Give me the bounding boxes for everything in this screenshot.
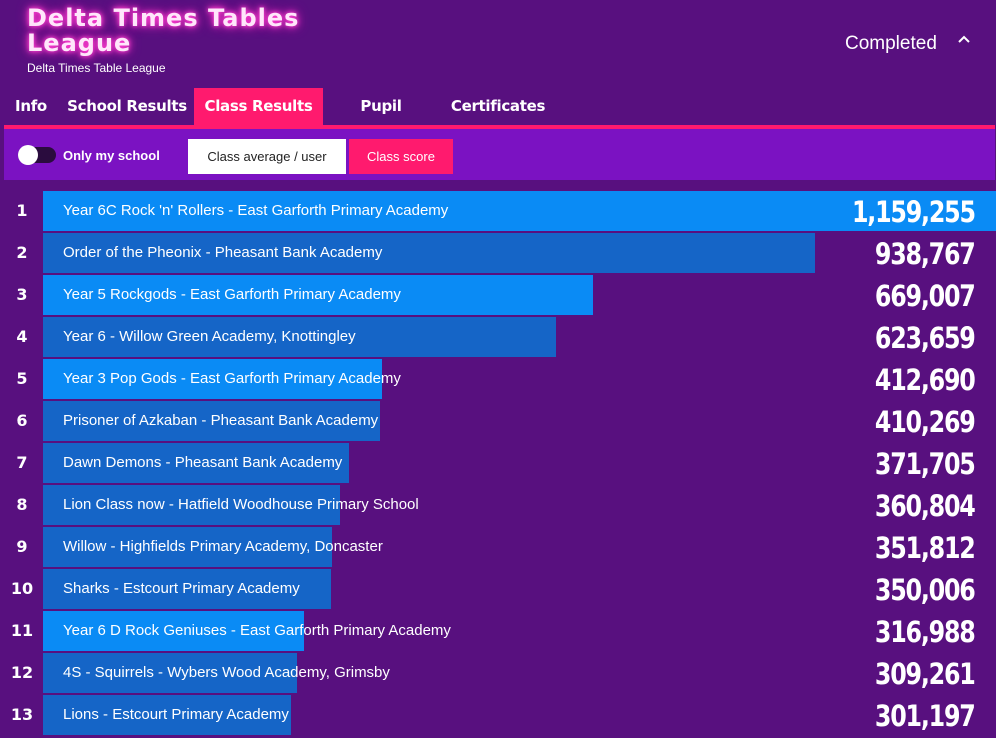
table-row[interactable]: 2 Order of the Pheonix - Pheasant Bank Ac…	[0, 232, 996, 274]
row-score: 360,804	[875, 489, 976, 523]
table-row[interactable]: 7 Dawn Demons - Pheasant Bank Academy 371,…	[0, 442, 996, 484]
app-subtitle: Delta Times Table League	[27, 61, 166, 75]
row-class-name: Year 6C Rock 'n' Rollers - East Garforth…	[63, 202, 449, 219]
table-row[interactable]: 13 Lions - Estcourt Primary Academy 301,19…	[0, 694, 996, 736]
row-rank: 2	[16, 243, 28, 262]
row-class-name: Willow - Highfields Primary Academy, Don…	[63, 538, 383, 555]
table-row[interactable]: 12 4S - Squirrels - Wybers Wood Academy, …	[0, 652, 996, 694]
league-status[interactable]: Completed	[845, 33, 937, 55]
table-row[interactable]: 11 Year 6 D Rock Geniuses - East Garforth…	[0, 610, 996, 652]
table-row[interactable]: 8 Lion Class now - Hatfield Woodhouse Pri…	[0, 484, 996, 526]
row-class-name: Year 3 Pop Gods - East Garforth Primary …	[63, 370, 401, 387]
row-rank: 13	[10, 705, 34, 724]
tab-info[interactable]: Info	[10, 88, 52, 125]
row-score: 669,007	[875, 279, 976, 313]
row-score: 1,159,255	[852, 195, 976, 229]
toggle-knob	[18, 145, 38, 165]
table-row[interactable]: 9 Willow - Highfields Primary Academy, Do…	[0, 526, 996, 568]
row-score: 309,261	[875, 657, 976, 691]
tab-school-results[interactable]: School Results	[66, 88, 188, 125]
table-row[interactable]: 6 Prisoner of Azkaban - Pheasant Bank Aca…	[0, 400, 996, 442]
row-rank: 6	[16, 411, 28, 430]
row-class-name: Year 5 Rockgods - East Garforth Primary …	[63, 286, 401, 303]
row-rank: 7	[16, 453, 28, 472]
class-average-button[interactable]: Class average / user	[188, 139, 346, 174]
tab-class-results[interactable]: Class Results	[194, 88, 323, 125]
row-score: 938,767	[875, 237, 976, 271]
row-score: 412,690	[875, 363, 976, 397]
table-row[interactable]: 3 Year 5 Rockgods - East Garforth Primary…	[0, 274, 996, 316]
table-row[interactable]: 1 Year 6C Rock 'n' Rollers - East Garfort…	[0, 190, 996, 232]
row-class-name: Order of the Pheonix - Pheasant Bank Aca…	[63, 244, 383, 261]
row-score: 371,705	[875, 447, 976, 481]
row-score: 623,659	[875, 321, 976, 355]
row-class-name: Year 6 - Willow Green Academy, Knottingl…	[63, 328, 356, 345]
row-rank: 8	[16, 495, 28, 514]
results-tabs: Info School Results Class Results Pupil …	[0, 88, 996, 151]
row-class-name: Lions - Estcourt Primary Academy	[63, 706, 289, 723]
row-rank: 1	[16, 201, 28, 220]
row-class-name: Dawn Demons - Pheasant Bank Academy	[63, 454, 343, 471]
row-rank: 12	[10, 663, 34, 682]
row-score: 410,269	[875, 405, 976, 439]
chevron-up-icon[interactable]	[957, 30, 971, 51]
filter-toolbar: Only my school Class average / user Clas…	[4, 129, 995, 180]
app-title: Delta Times Tables League	[27, 4, 300, 57]
only-my-school-toggle[interactable]	[18, 145, 56, 165]
row-rank: 4	[16, 327, 28, 346]
row-rank: 3	[16, 285, 28, 304]
row-class-name: 4S - Squirrels - Wybers Wood Academy, Gr…	[63, 664, 390, 681]
row-score: 301,197	[875, 699, 976, 733]
table-row[interactable]: 4 Year 6 - Willow Green Academy, Knotting…	[0, 316, 996, 358]
class-score-button[interactable]: Class score	[349, 139, 453, 174]
row-score: 351,812	[875, 531, 976, 565]
row-rank: 11	[10, 621, 34, 640]
table-row[interactable]: 5 Year 3 Pop Gods - East Garforth Primary…	[0, 358, 996, 400]
tab-pupil-results[interactable]: Pupil Results	[328, 88, 434, 151]
row-score: 350,006	[875, 573, 976, 607]
row-score: 316,988	[875, 615, 976, 649]
only-my-school-label: Only my school	[63, 148, 160, 163]
row-rank: 5	[16, 369, 28, 388]
tab-certificates[interactable]: Certificates	[450, 88, 546, 125]
row-rank: 10	[10, 579, 34, 598]
header: Delta Times Tables League Delta Times Ta…	[0, 0, 996, 88]
row-class-name: Year 6 D Rock Geniuses - East Garforth P…	[63, 622, 451, 639]
row-class-name: Lion Class now - Hatfield Woodhouse Prim…	[63, 496, 419, 513]
row-rank: 9	[16, 537, 28, 556]
row-class-name: Prisoner of Azkaban - Pheasant Bank Acad…	[63, 412, 379, 429]
table-row[interactable]: 10 Sharks - Estcourt Primary Academy 350,0…	[0, 568, 996, 610]
row-class-name: Sharks - Estcourt Primary Academy	[63, 580, 300, 597]
